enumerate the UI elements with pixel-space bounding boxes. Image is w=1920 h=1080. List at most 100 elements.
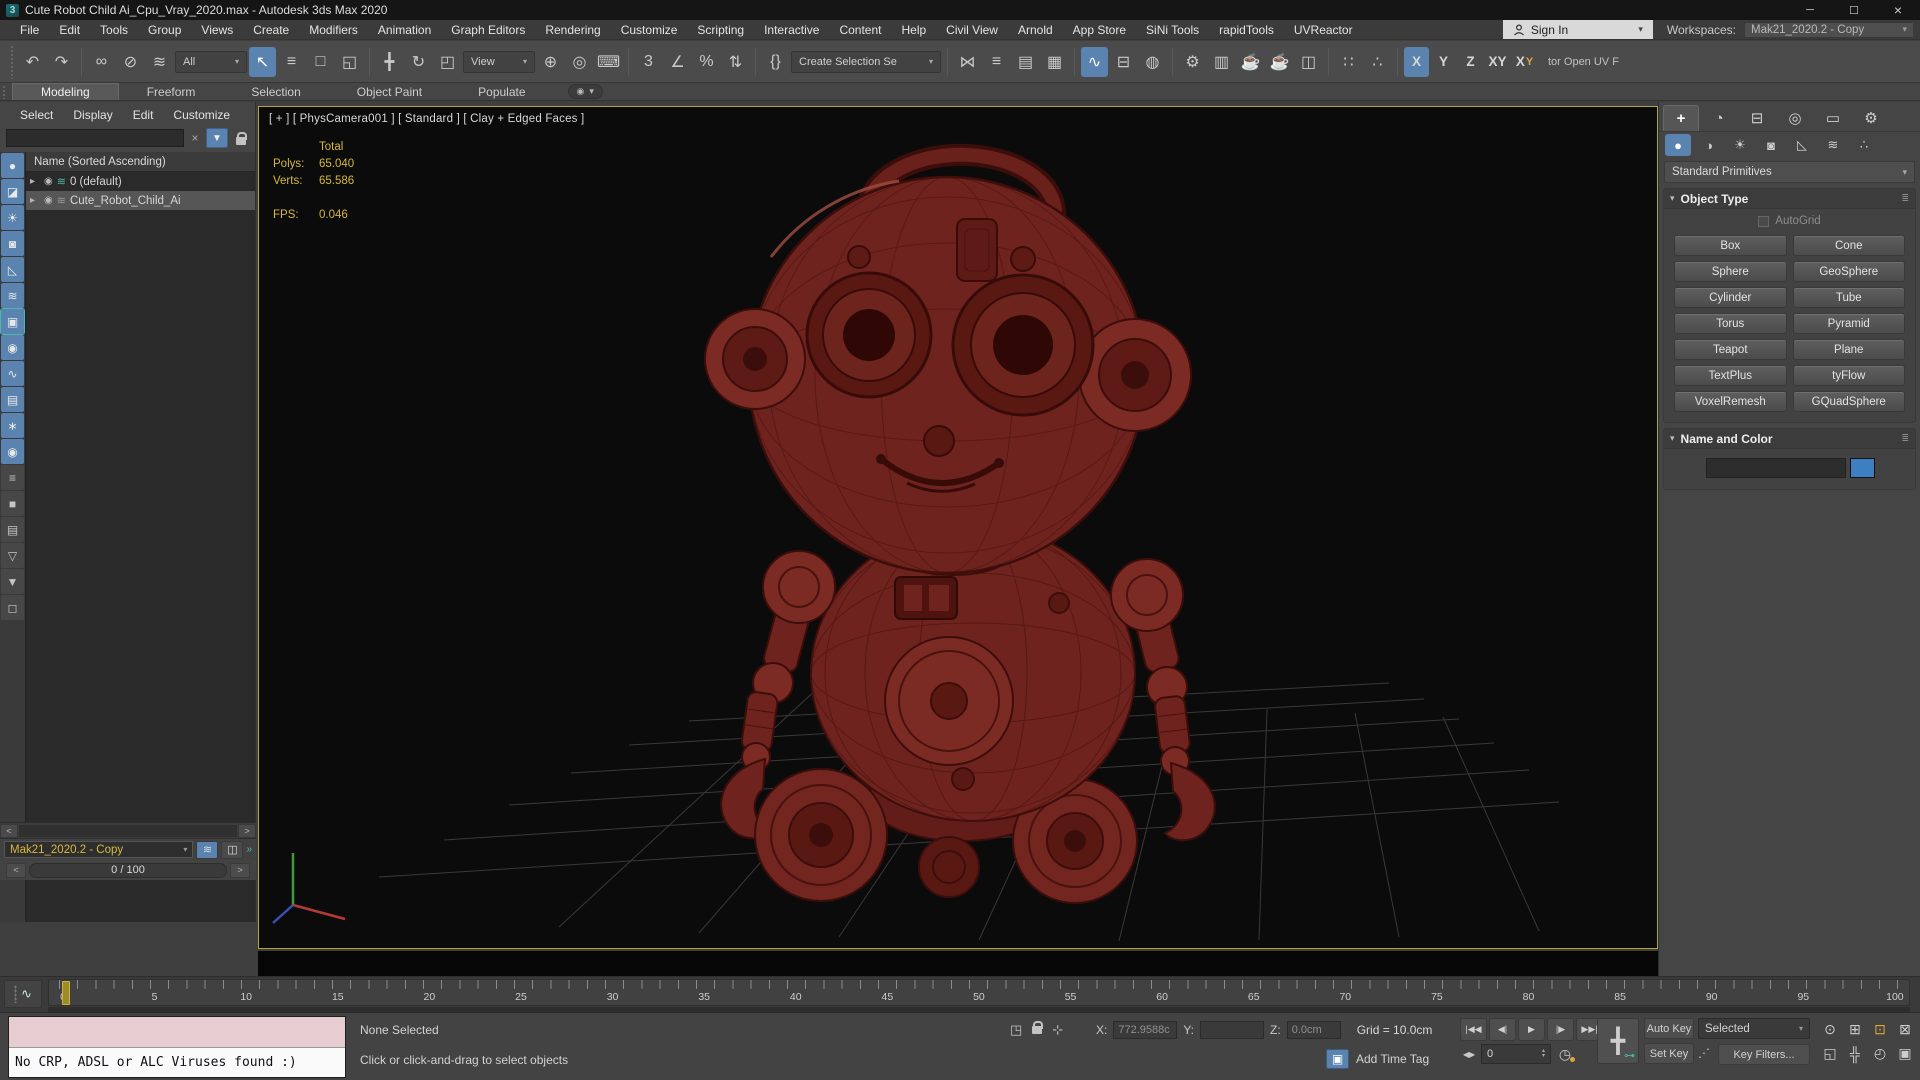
ribbon-tab-freeform[interactable]: Freeform: [119, 83, 224, 100]
lights-category-icon[interactable]: ☀: [1727, 134, 1753, 156]
primitive-cone-button[interactable]: Cone: [1792, 235, 1905, 256]
ribbon-tab-modeling[interactable]: Modeling: [12, 83, 119, 100]
axis-x-button[interactable]: X: [1404, 46, 1429, 77]
primitive-voxelremesh-button[interactable]: VoxelRemesh: [1674, 391, 1787, 412]
previous-frame-button[interactable]: ◀|: [1489, 1018, 1516, 1041]
utilities-wrench-icon[interactable]: ⚙: [1853, 105, 1889, 131]
menu-item[interactable]: Group: [138, 23, 191, 37]
close-button[interactable]: ×: [1876, 0, 1920, 20]
space-warps-category-icon[interactable]: ≋: [1820, 134, 1846, 156]
scene-row-cute-robot[interactable]: ▸ ◉ ≋ Cute_Robot_Child_Ai: [26, 191, 255, 210]
select-and-link-icon[interactable]: ∞: [88, 47, 115, 77]
cameras-category-icon[interactable]: ◙: [1758, 134, 1784, 156]
named-selection-sets-dropdown[interactable]: Create Selection Se: [791, 50, 941, 73]
zoom-region-icon[interactable]: ◱: [1818, 1042, 1842, 1065]
display-effects-icon[interactable]: ∗: [1, 413, 24, 438]
listener-output-row[interactable]: No CRP, ADSL or ALC Viruses found :): [9, 1047, 345, 1077]
visibility-eye-icon[interactable]: ◉: [44, 176, 53, 187]
current-frame-field[interactable]: 0 ▴ ▾: [1481, 1044, 1551, 1064]
selection-lock-icon[interactable]: [1032, 1021, 1044, 1039]
menu-item[interactable]: Help: [891, 23, 936, 37]
primitive-tyflow-button[interactable]: tyFlow: [1792, 365, 1905, 386]
primitive-textplus-button[interactable]: TextPlus: [1674, 365, 1787, 386]
select-and-manipulate-icon[interactable]: ◎: [566, 47, 593, 77]
render-production-teapot-icon[interactable]: ☕: [1237, 47, 1264, 77]
modify-tab-icon[interactable]: ◔: [1701, 105, 1737, 131]
zoom-extents-all-icon[interactable]: ⊠: [1893, 1018, 1917, 1041]
perspective-viewport[interactable]: [ + ] [ PhysCamera001 ] [ Standard ] [ C…: [258, 106, 1658, 949]
menu-item[interactable]: Animation: [368, 23, 441, 37]
maxscript-mini-listener[interactable]: No CRP, ADSL or ALC Viruses found :): [8, 1016, 346, 1078]
time-configuration-clock-icon[interactable]: ◷: [1554, 1044, 1576, 1064]
key-filters-button[interactable]: Key Filters...: [1718, 1044, 1810, 1065]
spinner-snap-icon[interactable]: ⇅: [722, 47, 749, 77]
time-tag-cube-icon[interactable]: ▣: [1326, 1049, 1349, 1069]
state-sets-icon[interactable]: ◫: [1295, 47, 1322, 77]
display-cameras-icon[interactable]: ◙: [1, 231, 24, 256]
explorer-clock-icon[interactable]: ◻: [1, 595, 24, 620]
y-coordinate-field[interactable]: [1200, 1021, 1265, 1039]
primitive-gquadsphere-button[interactable]: GQuadSphere: [1792, 391, 1905, 412]
primitive-pyramid-button[interactable]: Pyramid: [1792, 313, 1905, 334]
menu-item[interactable]: rapidTools: [1209, 23, 1284, 37]
snaps-toggle-3d-icon[interactable]: 3: [635, 47, 662, 77]
explorer-menu-item[interactable]: Customize: [165, 108, 238, 122]
key-mode-toggle-icon[interactable]: ◀▶: [1460, 1044, 1478, 1064]
menu-item[interactable]: App Store: [1063, 23, 1136, 37]
angle-snap-icon[interactable]: ∠: [664, 47, 691, 77]
display-tab-icon[interactable]: ▭: [1815, 105, 1851, 131]
menu-item[interactable]: Interactive: [754, 23, 829, 37]
z-coordinate-field[interactable]: 0.0cm: [1286, 1021, 1341, 1039]
explorer-h-scrollbar[interactable]: < >: [0, 822, 256, 838]
menu-item[interactable]: Graph Editors: [441, 23, 535, 37]
display-containers-icon[interactable]: ◉: [1, 335, 24, 360]
axis-y-button[interactable]: Y: [1431, 47, 1456, 77]
axis-z-button[interactable]: Z: [1458, 47, 1483, 77]
pan-icon[interactable]: ╬: [1843, 1042, 1867, 1065]
percent-snap-icon[interactable]: %: [693, 47, 720, 77]
set-keys-button[interactable]: ╋ ⊶: [1597, 1018, 1639, 1064]
display-materials-icon[interactable]: ▤: [1, 387, 24, 412]
menu-item[interactable]: Arnold: [1008, 23, 1063, 37]
scene-row-default-layer[interactable]: ▸ ◉ ≋ 0 (default): [26, 172, 255, 191]
display-helpers-icon[interactable]: ◺: [1, 257, 24, 282]
explorer-filter-icon[interactable]: ▼: [1, 569, 24, 594]
scene-search-input[interactable]: [6, 129, 184, 147]
primitive-cylinder-button[interactable]: Cylinder: [1674, 287, 1787, 308]
select-by-name-icon[interactable]: ≡: [278, 47, 305, 77]
select-and-move-icon[interactable]: ╋: [376, 47, 403, 77]
primitive-category-dropdown[interactable]: Standard Primitives ▾: [1664, 161, 1915, 183]
create-tab-plus-icon[interactable]: +: [1663, 105, 1699, 131]
select-and-rotate-icon[interactable]: ↻: [405, 47, 432, 77]
display-systems-icon[interactable]: ▣: [0, 308, 25, 335]
select-and-scale-icon[interactable]: ◰: [434, 47, 461, 77]
primitive-plane-button[interactable]: Plane: [1792, 339, 1905, 360]
align-icon[interactable]: ≡: [983, 47, 1010, 77]
orbit-icon[interactable]: ◴: [1868, 1042, 1892, 1065]
object-type-rollout-header[interactable]: ▾ Object Type ≣: [1664, 189, 1915, 209]
select-object-icon[interactable]: ↖: [249, 46, 276, 77]
absolute-mode-icon[interactable]: ⊹: [1052, 1022, 1063, 1038]
menu-item[interactable]: Scripting: [687, 23, 754, 37]
object-color-swatch[interactable]: [1850, 458, 1875, 478]
redo-icon[interactable]: ↷: [48, 47, 75, 77]
display-shapes-icon[interactable]: ◪: [1, 179, 24, 204]
search-filter-funnel-icon[interactable]: ▼: [206, 128, 228, 148]
menu-item[interactable]: Customize: [611, 23, 688, 37]
key-selection-dropdown[interactable]: Selected ▾: [1698, 1018, 1810, 1039]
menu-item[interactable]: Views: [191, 23, 243, 37]
display-space-warps-icon[interactable]: ≋: [1, 283, 24, 308]
systems-category-icon[interactable]: ∴: [1851, 134, 1877, 156]
explorer-block-icon[interactable]: ■: [1, 491, 24, 516]
visibility-eye-icon[interactable]: ◉: [44, 195, 53, 206]
viewport-header-label[interactable]: [ + ] [ PhysCamera001 ] [ Standard ] [ C…: [269, 113, 584, 125]
geometry-category-icon[interactable]: ●: [1665, 134, 1691, 156]
toggle-ribbon-icon[interactable]: ▦: [1041, 47, 1068, 77]
primitive-torus-button[interactable]: Torus: [1674, 313, 1787, 334]
render-iterative-teapot-icon[interactable]: ☕: [1266, 47, 1293, 77]
use-pivot-point-icon[interactable]: ⊕: [537, 47, 564, 77]
layer-explorer-toggle-icon[interactable]: ≋: [196, 840, 219, 859]
expand-arrow-icon[interactable]: ▸: [30, 195, 40, 206]
edit-named-selection-sets-icon[interactable]: {}: [762, 47, 789, 77]
reference-coordinate-dropdown[interactable]: View: [463, 50, 535, 73]
